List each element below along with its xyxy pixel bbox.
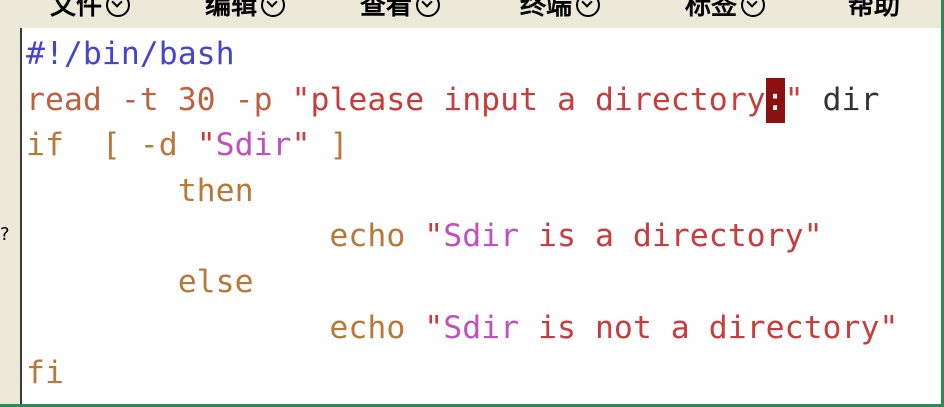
terminal-window: 文件 编辑 查看 终端 标签 帮助 ? #!/bin/bash read -t 3…	[0, 0, 944, 407]
code-token: "please input a directory	[291, 81, 766, 118]
menu-view-label: 查看	[360, 0, 413, 21]
code-token: fi	[26, 355, 64, 392]
code-token: Sdir	[215, 127, 292, 164]
menu-bar: 文件 编辑 查看 终端 标签 帮助	[0, 0, 941, 31]
code-token: "	[784, 81, 804, 118]
code-token: is not a directory"	[519, 309, 899, 346]
menu-edit-label: 编辑	[205, 0, 258, 21]
menu-edit[interactable]: 编辑	[205, 0, 286, 21]
code-token: "	[196, 127, 216, 164]
code-token: else	[26, 263, 254, 300]
code-token: "	[424, 309, 444, 346]
code-token: Sdir	[443, 309, 520, 346]
chevron-down-icon	[741, 0, 766, 17]
strip-mark: ?	[0, 224, 10, 245]
menu-terminal-label: 终端	[520, 0, 573, 21]
code-line: fi	[26, 351, 938, 397]
code-token: echo	[26, 309, 425, 346]
code-line: if [ -d "Sdir" ]	[26, 123, 938, 169]
code-token: Sdir	[443, 218, 520, 255]
code-line: else	[26, 260, 938, 306]
chevron-down-icon	[106, 0, 131, 17]
menu-tabs-label: 标签	[685, 0, 738, 21]
menu-terminal[interactable]: 终端	[520, 0, 601, 21]
chevron-down-icon	[576, 0, 601, 17]
code-token: is a directory"	[519, 218, 823, 255]
code-line: read -t 30 -p "please input a directory:…	[26, 77, 938, 124]
chevron-down-icon	[416, 0, 441, 17]
code-line: echo "Sdir is not a directory"	[26, 306, 938, 352]
chevron-down-icon	[261, 0, 286, 17]
code-token: read -t 30 -p	[26, 81, 292, 118]
menu-tabs[interactable]: 标签	[685, 0, 766, 21]
menu-help-label: 帮助	[848, 0, 901, 21]
code-token: then	[26, 172, 254, 209]
code-token: echo	[26, 218, 425, 255]
code-line: then	[26, 169, 938, 215]
code-token: ]	[310, 127, 349, 164]
menu-file[interactable]: 文件	[50, 0, 131, 21]
code-line: #!/bin/bash	[26, 32, 938, 78]
menu-file-label: 文件	[50, 0, 103, 21]
strip-edge	[20, 28, 22, 404]
code-token: "	[291, 127, 311, 164]
menu-help[interactable]: 帮助	[848, 0, 900, 21]
code-editor[interactable]: #!/bin/bash read -t 30 -p "please input a…	[26, 32, 938, 404]
left-window-strip: ?	[0, 28, 22, 404]
code-token: "	[424, 218, 444, 255]
text-cursor: :	[765, 77, 785, 124]
code-line: echo "Sdir is a directory"	[26, 214, 938, 260]
code-token: #!/bin/bash	[26, 36, 235, 72]
code-token: if [ -d	[26, 127, 197, 164]
code-token: dir	[803, 81, 880, 118]
menu-view[interactable]: 查看	[360, 0, 441, 21]
